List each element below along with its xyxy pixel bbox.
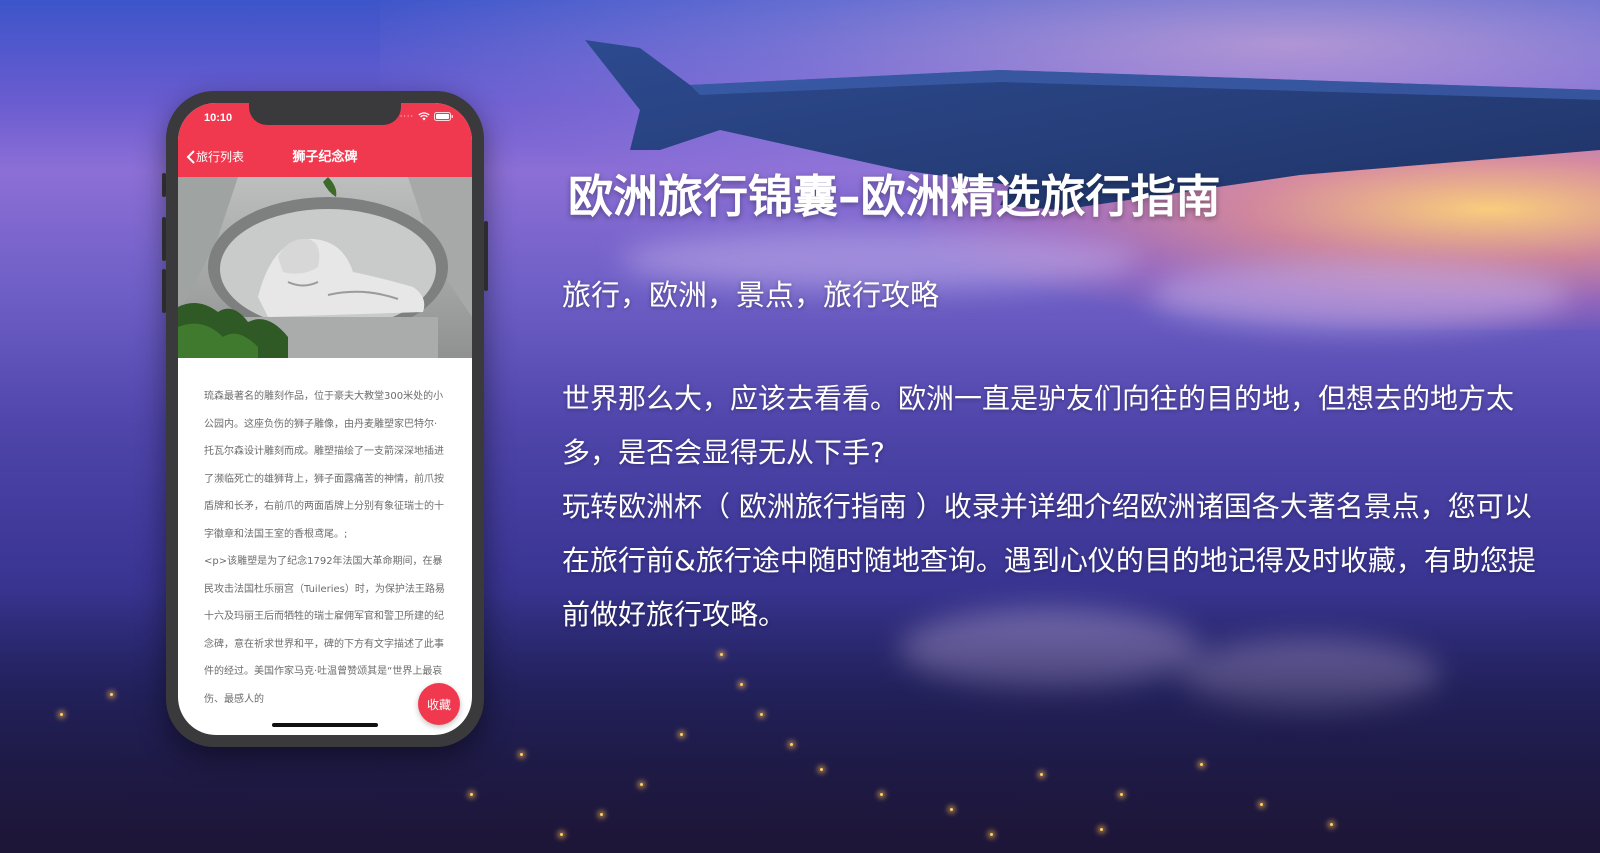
promo-title: 欧洲旅行锦囊–欧洲精选旅行指南: [568, 170, 1221, 223]
city-light: [520, 753, 523, 756]
city-light: [1040, 773, 1043, 776]
city-light: [60, 713, 63, 716]
promo-paragraph-1: 世界那么大，应该去看看。欧洲一直是驴友们向往的目的地，但想去的地方太多，是否会显…: [562, 382, 1515, 469]
city-light: [560, 833, 563, 836]
city-light: [1330, 823, 1333, 826]
phone-screen: 10:10 ···· 旅行列表 狮子纪念碑 琉森最著名的雕刻作品，位于豪夫大教堂…: [178, 103, 472, 735]
article-body: 琉森最著名的雕刻作品，位于豪夫大教堂300米处的小公园内。这座负伤的狮子雕像，由…: [204, 391, 445, 705]
phone-mockup: 10:10 ···· 旅行列表 狮子纪念碑 琉森最著名的雕刻作品，位于豪夫大教堂…: [162, 91, 488, 747]
city-light: [600, 813, 603, 816]
city-light: [110, 693, 113, 696]
city-light: [470, 793, 473, 796]
phone-power-button: [484, 221, 488, 291]
city-light: [820, 768, 823, 771]
signal-icon: ····: [399, 112, 414, 121]
city-light: [720, 653, 723, 656]
city-light: [680, 733, 683, 736]
promo-tags: 旅行，欧洲，景点，旅行攻略: [562, 278, 940, 312]
app-header: 10:10 ···· 旅行列表 狮子纪念碑: [178, 103, 472, 177]
page-title: 狮子纪念碑: [292, 150, 358, 165]
city-light: [950, 808, 953, 811]
favorite-button[interactable]: 收藏: [418, 683, 460, 725]
phone-volume-down-button: [162, 269, 166, 313]
cloud: [1150, 260, 1570, 330]
city-light: [880, 793, 883, 796]
home-indicator: [272, 723, 378, 727]
city-light: [1100, 828, 1103, 831]
city-light: [1200, 763, 1203, 766]
city-light: [1120, 793, 1123, 796]
city-light: [760, 713, 763, 716]
promo-paragraph-2: 玩转欧洲杯（ 欧洲旅行指南 ）收录并详细介绍欧洲诸国各大著名景点，您可以在旅行前…: [562, 490, 1536, 631]
lion-monument-image[interactable]: [178, 177, 472, 358]
wifi-icon: [418, 112, 430, 121]
city-light: [790, 743, 793, 746]
status-icons: ····: [400, 112, 454, 121]
status-time: 10:10: [204, 112, 233, 124]
promo-description: 世界那么大，应该去看看。欧洲一直是驴友们向往的目的地，但想去的地方太多，是否会显…: [562, 372, 1542, 642]
city-light: [1260, 803, 1263, 806]
city-light: [740, 683, 743, 686]
phone-side-button: [162, 173, 166, 197]
battery-icon: [434, 112, 453, 121]
city-light: [990, 833, 993, 836]
phone-notch: [249, 103, 401, 125]
phone-volume-up-button: [162, 217, 166, 261]
city-light: [640, 783, 643, 786]
